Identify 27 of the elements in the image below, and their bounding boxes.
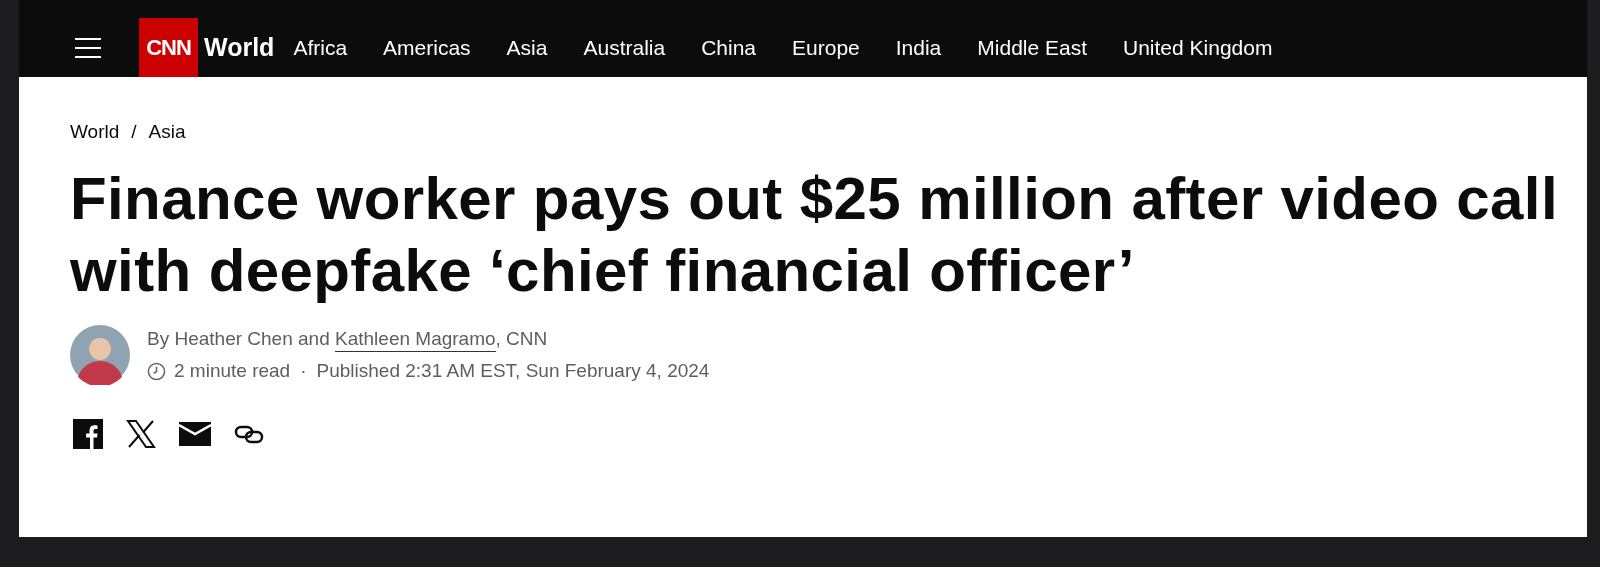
nav-link[interactable]: India: [895, 35, 942, 60]
breadcrumb-separator: /: [131, 121, 137, 143]
breadcrumb-link[interactable]: World: [70, 121, 120, 143]
section-link[interactable]: World: [204, 33, 275, 62]
menu-icon[interactable]: [75, 36, 101, 59]
nav-link[interactable]: Middle East: [977, 35, 1087, 60]
nav-link[interactable]: Americas: [383, 35, 471, 60]
nav-link[interactable]: Australia: [583, 35, 666, 60]
byline: By Heather Chen and Kathleen Magramo, CNN: [147, 328, 710, 350]
logo[interactable]: CNN: [139, 18, 198, 77]
nav-link[interactable]: China: [701, 35, 757, 60]
avatar-icon: [70, 325, 130, 385]
nav-link[interactable]: Europe: [792, 35, 860, 60]
breadcrumb-link[interactable]: Asia: [148, 121, 186, 143]
meta-separator: ·: [300, 360, 307, 382]
nav-link[interactable]: Asia: [506, 35, 548, 60]
email-icon[interactable]: [179, 422, 211, 446]
link-icon[interactable]: [234, 424, 264, 444]
nav-link[interactable]: United Kingdom: [1123, 35, 1273, 60]
author-link[interactable]: Kathleen Magramo: [335, 328, 496, 352]
clock-icon: [147, 361, 166, 381]
nav-link[interactable]: Africa: [293, 35, 348, 60]
publish-date: Published 2:31 AM EST, Sun February 4, 2024: [316, 360, 710, 382]
facebook-icon[interactable]: [73, 419, 103, 449]
headline: Finance worker pays out $25 million after video call with deepfake ‘chief financial officer’: [70, 164, 1559, 306]
read-time: 2 minute read: [174, 360, 291, 382]
x-icon[interactable]: [126, 419, 156, 449]
